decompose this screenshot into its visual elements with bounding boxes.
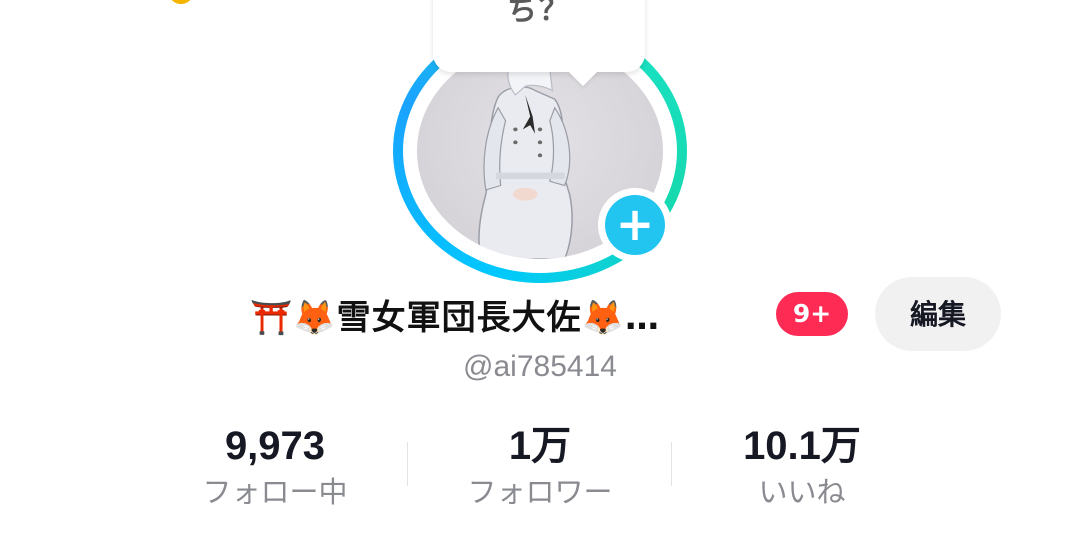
following-count: 9,973 (224, 424, 326, 468)
plus-icon: + (605, 195, 665, 255)
following-label: フォロー中 (202, 475, 348, 509)
partial-icon (170, 0, 192, 4)
edit-profile-button[interactable]: 編集 (875, 277, 1001, 351)
stat-likes[interactable]: 10.1万 いいね (702, 420, 902, 512)
name-row: ⛩️🦊雪女軍団長大佐🦊… (250, 288, 660, 340)
followers-label: フォロワー (467, 475, 613, 509)
stat-divider (671, 442, 672, 486)
add-story-button[interactable]: + (598, 188, 672, 262)
stat-followers[interactable]: 1万 フォロワー (440, 420, 640, 512)
likes-count: 10.1万 (743, 424, 861, 468)
notification-badge[interactable]: 9+ (776, 292, 848, 336)
display-name[interactable]: ⛩️🦊雪女軍団長大佐🦊… (250, 290, 660, 339)
followers-count: 1万 (508, 424, 572, 468)
stat-following[interactable]: 9,973 フォロー中 (175, 420, 375, 512)
profile-header: ち？ + ⛩️🦊雪女軍団長大佐🦊… 9+ 編集 @ai785414 9,973 … (0, 0, 1080, 533)
avatar-status-bubble[interactable]: ち？ (433, 0, 645, 87)
stat-divider (407, 442, 408, 486)
likes-label: いいね (758, 475, 846, 509)
username: @ai785414 (463, 350, 617, 383)
bubble-text: ち？ (507, 0, 571, 28)
